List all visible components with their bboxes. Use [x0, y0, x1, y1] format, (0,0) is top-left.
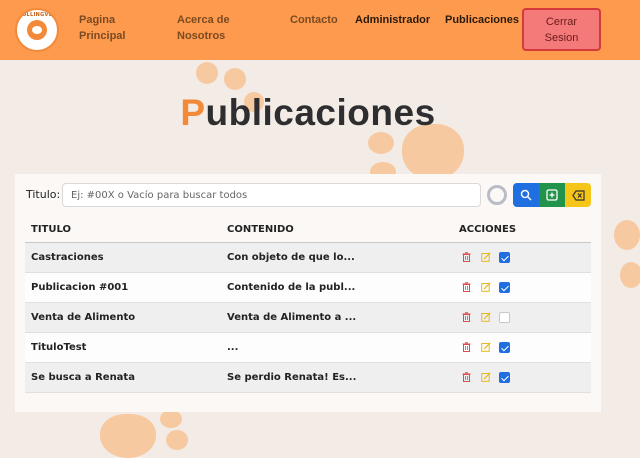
search-button[interactable]	[513, 183, 539, 207]
row-actions	[453, 242, 591, 273]
edit-icon	[480, 342, 491, 352]
trash-icon	[462, 342, 471, 352]
trash-icon	[462, 372, 471, 382]
edit-button[interactable]	[480, 372, 491, 383]
row-actions	[453, 302, 591, 333]
nav-link-posts[interactable]: Publicaciones	[445, 12, 519, 28]
nav-link-admin-label: Administrador	[355, 14, 431, 26]
nav-link-admin[interactable]: Administrador	[355, 12, 430, 28]
delete-button[interactable]	[461, 312, 472, 323]
column-header-content: CONTENIDO	[221, 218, 453, 243]
row-actions	[453, 332, 591, 363]
clear-search-button[interactable]	[565, 183, 591, 207]
nav-link-contact-label: Contacto	[290, 14, 338, 26]
logo[interactable]: ROLLINGVET	[15, 8, 59, 52]
edit-button[interactable]	[480, 342, 491, 353]
logout-label-line2: Sesion	[544, 31, 579, 44]
delete-button[interactable]	[461, 282, 472, 293]
paw-print-decoration	[600, 180, 640, 300]
navbar: ROLLINGVET Pagina Principal Acerca de No…	[0, 0, 640, 60]
row-title: Publicacion #001	[25, 272, 221, 303]
page-title-rest: ublicaciones	[205, 92, 436, 133]
posts-table: TITULO CONTENIDO ACCIONES Castraciones C…	[25, 218, 591, 393]
table-row: TituloTest ...	[25, 332, 591, 363]
row-actions	[453, 272, 591, 303]
page-title: Publicaciones	[0, 92, 616, 134]
table-header-row: TITULO CONTENIDO ACCIONES	[25, 218, 591, 243]
backspace-icon	[571, 189, 585, 201]
dog-logo-icon	[27, 20, 47, 40]
logo-text: ROLLINGVET	[17, 12, 57, 18]
row-content: Contenido de la publ...	[221, 272, 453, 303]
search-input[interactable]	[62, 183, 481, 207]
add-post-button[interactable]	[539, 183, 565, 207]
table-row: Publicacion #001 Contenido de la publ...	[25, 272, 591, 303]
search-label: Titulo:	[26, 188, 61, 201]
edit-icon	[480, 282, 491, 292]
nav-link-about-line1: Acerca de	[177, 14, 230, 26]
column-header-actions: ACCIONES	[453, 218, 591, 243]
nav-link-about-line2: Nosotros	[177, 30, 226, 42]
delete-button[interactable]	[461, 372, 472, 383]
edit-button[interactable]	[480, 312, 491, 323]
table-row: Se busca a Renata Se perdio Renata! Es..…	[25, 362, 591, 393]
trash-icon	[462, 252, 471, 262]
nav-link-about[interactable]: Acerca de Nosotros	[177, 12, 230, 44]
edit-button[interactable]	[480, 282, 491, 293]
edit-button[interactable]	[480, 252, 491, 263]
row-title: Venta de Alimento	[25, 302, 221, 333]
edit-icon	[480, 372, 491, 382]
posts-card: Titulo: TITULO	[15, 174, 601, 412]
nav-link-home-line1: Pagina	[79, 14, 116, 26]
edit-icon	[480, 252, 491, 262]
publish-checkbox[interactable]	[499, 371, 510, 383]
row-content: Venta de Alimento a ...	[221, 302, 453, 333]
publish-checkbox[interactable]	[499, 341, 510, 353]
row-title: Castraciones	[25, 242, 221, 273]
publish-checkbox[interactable]	[499, 311, 510, 323]
row-title: Se busca a Renata	[25, 362, 221, 393]
row-content: Con objeto de que lo...	[221, 242, 453, 273]
table-row: Castraciones Con objeto de que lo...	[25, 242, 591, 273]
plus-square-icon	[546, 189, 558, 201]
table-row: Venta de Alimento Venta de Alimento a ..…	[25, 302, 591, 333]
delete-button[interactable]	[461, 252, 472, 263]
publish-checkbox[interactable]	[499, 281, 510, 293]
column-header-title: TITULO	[25, 218, 221, 243]
trash-icon	[462, 312, 471, 322]
row-content: Se perdio Renata! Es...	[221, 362, 453, 393]
row-actions	[453, 362, 591, 393]
edit-icon	[480, 312, 491, 322]
nav-link-contact[interactable]: Contacto	[290, 12, 338, 28]
loading-spinner-icon	[487, 185, 507, 205]
page-title-first-letter: P	[180, 92, 206, 133]
logout-label-line1: Cerrar	[545, 15, 578, 28]
nav-link-home-line2: Principal	[79, 30, 126, 42]
delete-button[interactable]	[461, 342, 472, 353]
row-content: ...	[221, 332, 453, 363]
nav-link-home[interactable]: Pagina Principal	[79, 12, 125, 44]
publish-checkbox[interactable]	[499, 251, 510, 263]
logout-button[interactable]: Cerrar Sesion	[522, 8, 601, 51]
trash-icon	[462, 282, 471, 292]
search-button-group	[513, 183, 591, 207]
search-icon	[520, 189, 532, 201]
nav-link-posts-label: Publicaciones	[445, 14, 519, 26]
row-title: TituloTest	[25, 332, 221, 363]
paw-print-decoration	[96, 406, 216, 458]
